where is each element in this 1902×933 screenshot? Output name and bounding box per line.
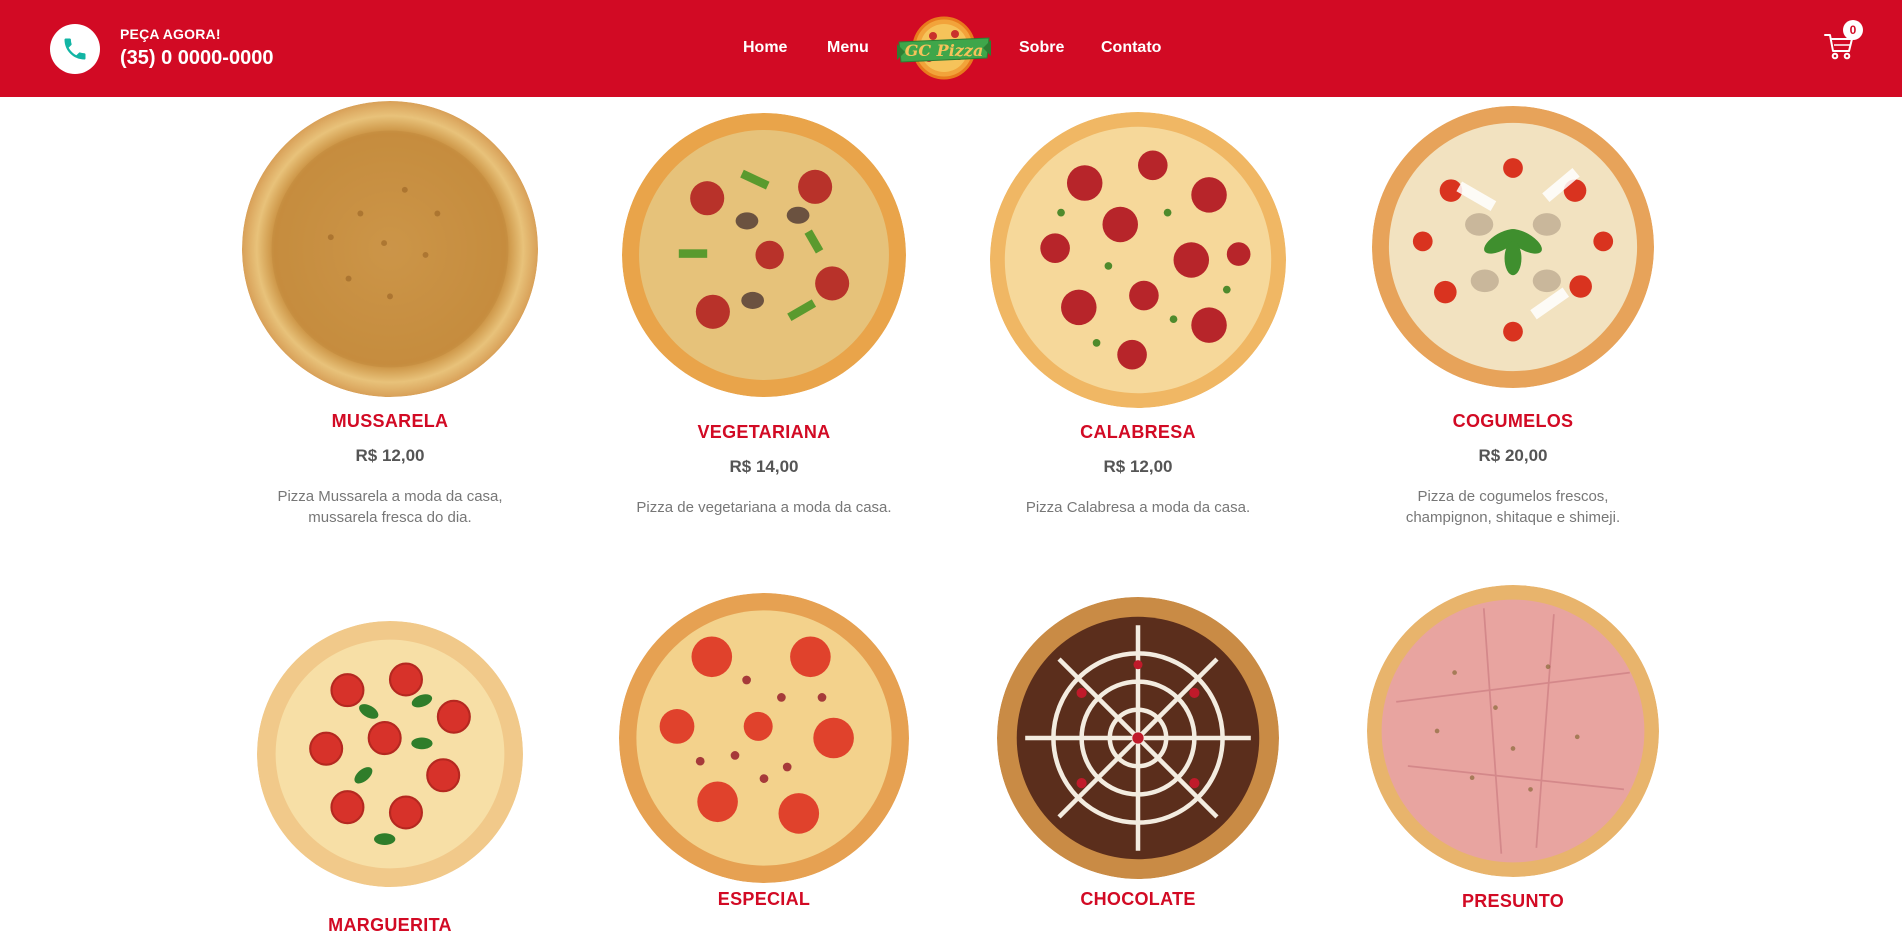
pizza-image-chocolate[interactable] bbox=[997, 597, 1279, 884]
nav-menu[interactable]: Menu bbox=[827, 39, 869, 57]
product-description: Pizza Calabresa a moda da casa. bbox=[1025, 499, 1251, 516]
pizza-image-calabresa[interactable] bbox=[990, 112, 1286, 413]
order-now-label: PEÇA AGORA! bbox=[120, 26, 221, 42]
product-card-chocolate[interactable]: CHOCOLATE bbox=[973, 585, 1303, 933]
pizza-image-cogumelos[interactable] bbox=[1372, 106, 1654, 393]
product-card-cogumelos[interactable]: COGUMELOS R$ 20,00 Pizza de cogumelos fr… bbox=[1348, 97, 1678, 537]
product-name: COGUMELOS bbox=[1452, 411, 1574, 431]
product-name: PRESUNTO bbox=[1461, 891, 1565, 911]
product-description: Pizza Mussarela a moda da casa, mussarel… bbox=[277, 488, 503, 526]
pizza-image-presunto[interactable] bbox=[1367, 585, 1659, 882]
product-card-mussarela[interactable]: MUSSARELA R$ 12,00 Pizza Mussarela a mod… bbox=[225, 97, 555, 537]
product-name: CALABRESA bbox=[1080, 422, 1196, 442]
product-card-vegetariana[interactable]: VEGETARIANA R$ 14,00 Pizza de vegetarian… bbox=[599, 97, 929, 537]
product-card-calabresa[interactable]: CALABRESA R$ 12,00 Pizza Calabresa a mod… bbox=[973, 97, 1303, 537]
product-card-marguerita[interactable]: MARGUERITA bbox=[225, 585, 555, 933]
product-name: MUSSARELA bbox=[331, 411, 449, 431]
product-price: R$ 14,00 bbox=[729, 457, 799, 476]
site-header: PEÇA AGORA! (35) 0 0000-0000 Home Menu G… bbox=[0, 0, 1902, 97]
phone-icon bbox=[64, 38, 86, 60]
product-description: Pizza de vegetariana a moda da casa. bbox=[636, 499, 892, 516]
product-name: MARGUERITA bbox=[328, 915, 452, 933]
product-name: CHOCOLATE bbox=[1080, 889, 1196, 909]
nav-sobre[interactable]: Sobre bbox=[1019, 39, 1064, 57]
pizza-image-vegetariana[interactable] bbox=[622, 113, 906, 402]
cart-count-badge: 0 bbox=[1843, 20, 1863, 40]
pizza-image-marguerita[interactable] bbox=[257, 621, 523, 892]
phone-button[interactable] bbox=[50, 24, 100, 74]
product-card-presunto[interactable]: PRESUNTO bbox=[1348, 585, 1678, 933]
site-logo[interactable]: GC Pizza bbox=[895, 12, 993, 84]
product-card-especial[interactable]: ESPECIAL bbox=[599, 585, 929, 933]
product-price: R$ 20,00 bbox=[1478, 446, 1548, 465]
pizza-image-mussarela[interactable] bbox=[242, 101, 538, 402]
pizza-image-especial[interactable] bbox=[619, 593, 909, 888]
logo-text: GC Pizza bbox=[905, 41, 984, 60]
nav-contato[interactable]: Contato bbox=[1101, 39, 1161, 57]
product-price: R$ 12,00 bbox=[1103, 457, 1173, 476]
product-name: VEGETARIANA bbox=[697, 422, 831, 442]
product-description: Pizza de cogumelos frescos, champignon, … bbox=[1405, 488, 1621, 526]
order-phone-number[interactable]: (35) 0 0000-0000 bbox=[120, 47, 273, 70]
product-name: ESPECIAL bbox=[717, 889, 811, 909]
product-price: R$ 12,00 bbox=[355, 446, 425, 465]
nav-home[interactable]: Home bbox=[743, 39, 787, 57]
